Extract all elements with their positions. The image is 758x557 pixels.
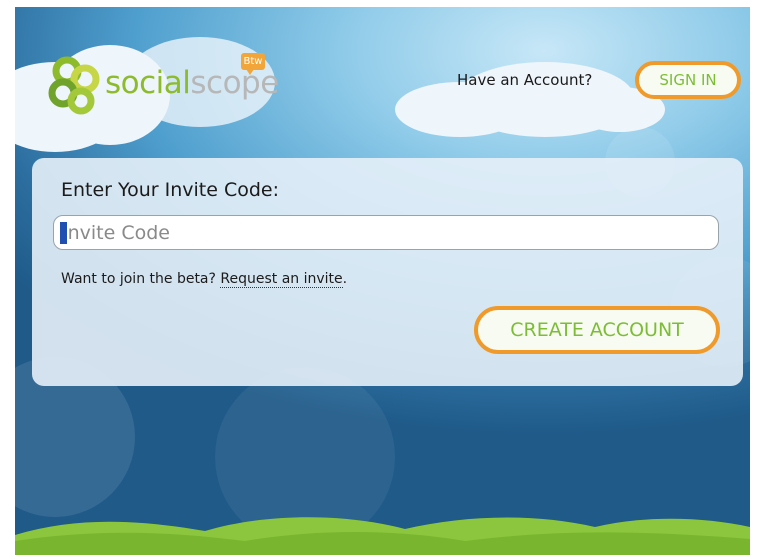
flower-logo-icon <box>48 56 100 115</box>
invite-code-input[interactable] <box>53 215 719 250</box>
logo-badge: Btw <box>241 53 265 75</box>
app-screen: socialscope Btw Have an Account? SIGN IN… <box>15 7 750 555</box>
beta-prompt-line: Want to join the beta? Request an invite… <box>61 271 348 288</box>
beta-prompt-suffix: . <box>342 271 348 287</box>
invite-code-label: Enter Your Invite Code: <box>61 179 280 201</box>
invite-panel: Enter Your Invite Code: Want to join the… <box>32 158 743 386</box>
socialscope-logo: socialscope Btw <box>45 49 285 119</box>
text-cursor <box>60 222 67 244</box>
create-account-button[interactable]: CREATE ACCOUNT <box>474 306 720 354</box>
grass-hills <box>15 517 750 555</box>
request-invite-link[interactable]: Request an invite <box>220 271 343 288</box>
have-account-prompt: Have an Account? <box>457 71 593 89</box>
logo-word-social: social <box>105 65 191 101</box>
beta-prompt-text: Want to join the beta? <box>61 271 216 287</box>
logo-word-scope: scope <box>190 65 279 101</box>
sign-in-button[interactable]: SIGN IN <box>635 61 741 99</box>
